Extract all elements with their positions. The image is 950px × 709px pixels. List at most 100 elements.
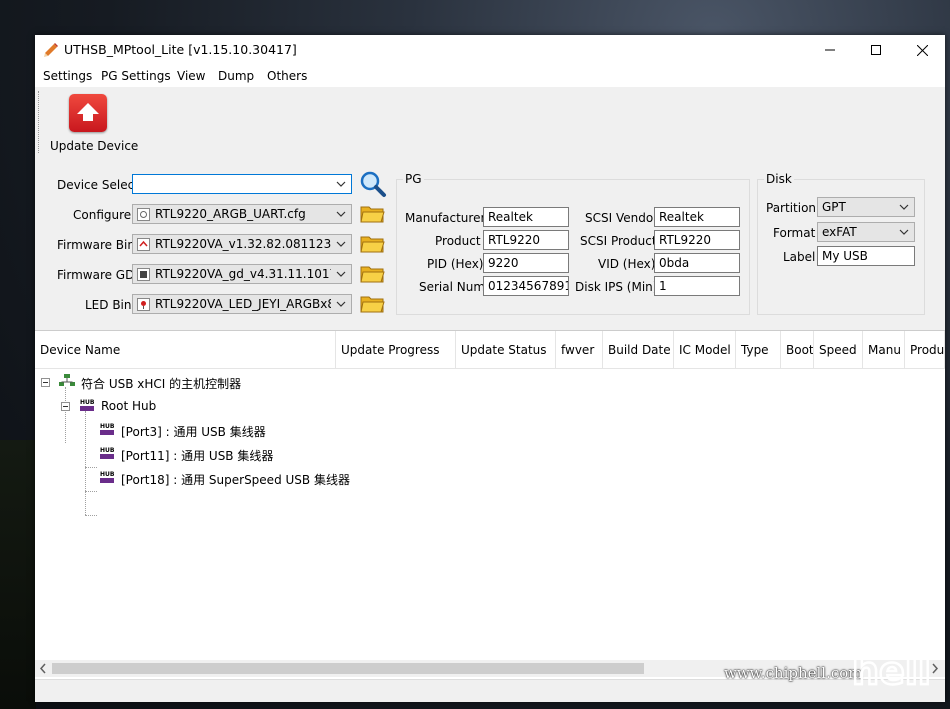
col-manu[interactable]: Manu	[863, 331, 905, 369]
tree-expander[interactable]	[61, 402, 70, 411]
manufacturer-field[interactable]: Realtek	[483, 207, 569, 227]
chevron-down-icon	[336, 211, 346, 217]
col-fwver[interactable]: fwver	[556, 331, 603, 369]
format-dropdown[interactable]: exFAT	[817, 222, 915, 242]
status-bar	[35, 679, 945, 702]
folder-icon[interactable]	[360, 294, 385, 314]
chevron-down-icon	[336, 271, 346, 277]
device-list[interactable]: Device Name Update Progress Update Statu…	[35, 330, 945, 702]
product-label: Product	[435, 234, 481, 248]
tree-item-port[interactable]: [Port11] : 通用 USB 集线器	[121, 447, 273, 464]
config-file-icon	[137, 208, 150, 221]
logo-top-text: chip	[852, 605, 932, 645]
serial-num-field[interactable]: 012345678916	[483, 276, 569, 296]
svg-text:HUB: HUB	[100, 447, 115, 454]
scsi-vendor-label: SCSI Vendor	[585, 211, 659, 225]
tree-expander[interactable]	[41, 378, 50, 387]
watermark-site: www.chiphell.com	[724, 664, 863, 682]
col-speed[interactable]: Speed	[814, 331, 863, 369]
partition-dropdown[interactable]: GPT	[817, 197, 915, 217]
app-name: UTHSB_MPtool_Lite	[64, 42, 185, 57]
vid-field[interactable]: 0bda	[654, 253, 740, 273]
maximize-button[interactable]	[853, 35, 899, 65]
partition-label: Partition	[766, 201, 817, 215]
scsi-vendor-field[interactable]: Realtek	[654, 207, 740, 227]
logo-bottom-text: hell	[852, 649, 931, 692]
col-ic-model[interactable]: IC Model	[674, 331, 736, 369]
search-icon[interactable]	[359, 170, 387, 198]
pid-field[interactable]: 9220	[483, 253, 569, 273]
svg-text:HUB: HUB	[100, 471, 115, 478]
configure-label: Configure	[73, 208, 132, 222]
volume-label-field[interactable]: My USB	[817, 246, 915, 266]
maximize-icon	[871, 45, 881, 55]
col-build-date[interactable]: Build Date	[603, 331, 674, 369]
tree-connector	[85, 467, 97, 468]
menu-dump[interactable]: Dump	[218, 69, 254, 83]
minimize-button[interactable]	[807, 35, 853, 65]
configure-value: RTL9220_ARGB_UART.cfg	[155, 207, 306, 221]
disk-ips-label: Disk IPS (Min)	[575, 280, 658, 294]
tree-connector	[85, 515, 97, 516]
firmware-gd-label: Firmware GD	[57, 268, 135, 282]
disk-ips-field[interactable]: 1	[654, 276, 740, 296]
scsi-product-field[interactable]: RTL9220	[654, 230, 740, 250]
folder-icon[interactable]	[360, 204, 385, 224]
chevron-down-icon	[336, 181, 346, 187]
firmware-gd-dropdown[interactable]: RTL9220VA_gd_v4.31.11.101722_sig	[132, 264, 352, 284]
menu-settings[interactable]: Settings	[43, 69, 92, 83]
tree-item-root-hub[interactable]: Root Hub	[101, 399, 156, 413]
hub-icon: HUB	[100, 471, 115, 483]
menu-pg-settings[interactable]: PG Settings	[101, 69, 171, 83]
toolbar-grip[interactable]	[38, 91, 41, 153]
scrollbar-thumb[interactable]	[52, 663, 644, 674]
col-boot[interactable]: Boot	[781, 331, 814, 369]
configure-dropdown[interactable]: RTL9220_ARGB_UART.cfg	[132, 204, 352, 224]
close-button[interactable]	[899, 35, 945, 65]
led-bin-label: LED Bin	[85, 298, 132, 312]
product-field[interactable]: RTL9220	[483, 230, 569, 250]
col-update-progress[interactable]: Update Progress	[336, 331, 456, 369]
tree-item-port[interactable]: [Port3] : 通用 USB 集线器	[121, 423, 266, 440]
col-update-status[interactable]: Update Status	[456, 331, 556, 369]
firmware-bin-value: RTL9220VA_v1.32.82.081123_signed	[155, 237, 331, 251]
minimize-icon	[825, 49, 835, 51]
upload-arrow-icon	[69, 94, 107, 132]
update-device-label: Update Device	[50, 139, 139, 153]
window-title: UTHSB_MPtool_Lite [v1.15.10.30417]	[64, 42, 297, 57]
tree-connector	[85, 491, 97, 492]
disk-group-title: Disk	[764, 172, 794, 186]
hub-icon: HUB	[100, 423, 115, 435]
device-select-dropdown[interactable]	[132, 174, 352, 194]
tree-item-port[interactable]: [Port18] : 通用 SuperSpeed USB 集线器	[121, 471, 350, 488]
volume-label-label: Label	[783, 250, 816, 264]
col-produ[interactable]: Produ	[905, 331, 945, 369]
chevron-down-icon	[899, 204, 909, 210]
chiphell-logo: chip hell	[851, 604, 934, 692]
tree-item-controller[interactable]: 符合 USB xHCI 的主机控制器	[81, 375, 241, 392]
col-device-name[interactable]: Device Name	[35, 331, 336, 369]
chevron-down-icon	[899, 229, 909, 235]
col-type[interactable]: Type	[736, 331, 781, 369]
serial-num-label: Serial Num	[419, 280, 486, 294]
device-select-label: Device Select	[57, 178, 139, 192]
folder-icon[interactable]	[360, 264, 385, 284]
chevron-down-icon	[336, 301, 346, 307]
firmware-file-icon	[137, 238, 150, 251]
desktop-background	[0, 440, 36, 709]
firmware-bin-dropdown[interactable]: RTL9220VA_v1.32.82.081123_signed	[132, 234, 352, 254]
led-file-icon	[137, 298, 150, 311]
menu-view[interactable]: View	[177, 69, 205, 83]
menu-others[interactable]: Others	[267, 69, 307, 83]
chevron-down-icon	[336, 241, 346, 247]
title-bar: UTHSB_MPtool_Lite [v1.15.10.30417]	[35, 35, 945, 65]
led-bin-dropdown[interactable]: RTL9220VA_LED_JEYI_ARGBx8.bin	[132, 294, 352, 314]
tree-connector	[65, 387, 66, 443]
folder-icon[interactable]	[360, 234, 385, 254]
manufacturer-label: Manufacturer	[405, 211, 486, 225]
led-bin-value: RTL9220VA_LED_JEYI_ARGBx8.bin	[155, 297, 331, 311]
toolbar: Update Device	[35, 87, 945, 157]
scsi-product-label: SCSI Product	[580, 234, 657, 248]
firmware-bin-label: Firmware Bin	[57, 238, 135, 252]
scroll-left-icon[interactable]	[38, 663, 48, 674]
